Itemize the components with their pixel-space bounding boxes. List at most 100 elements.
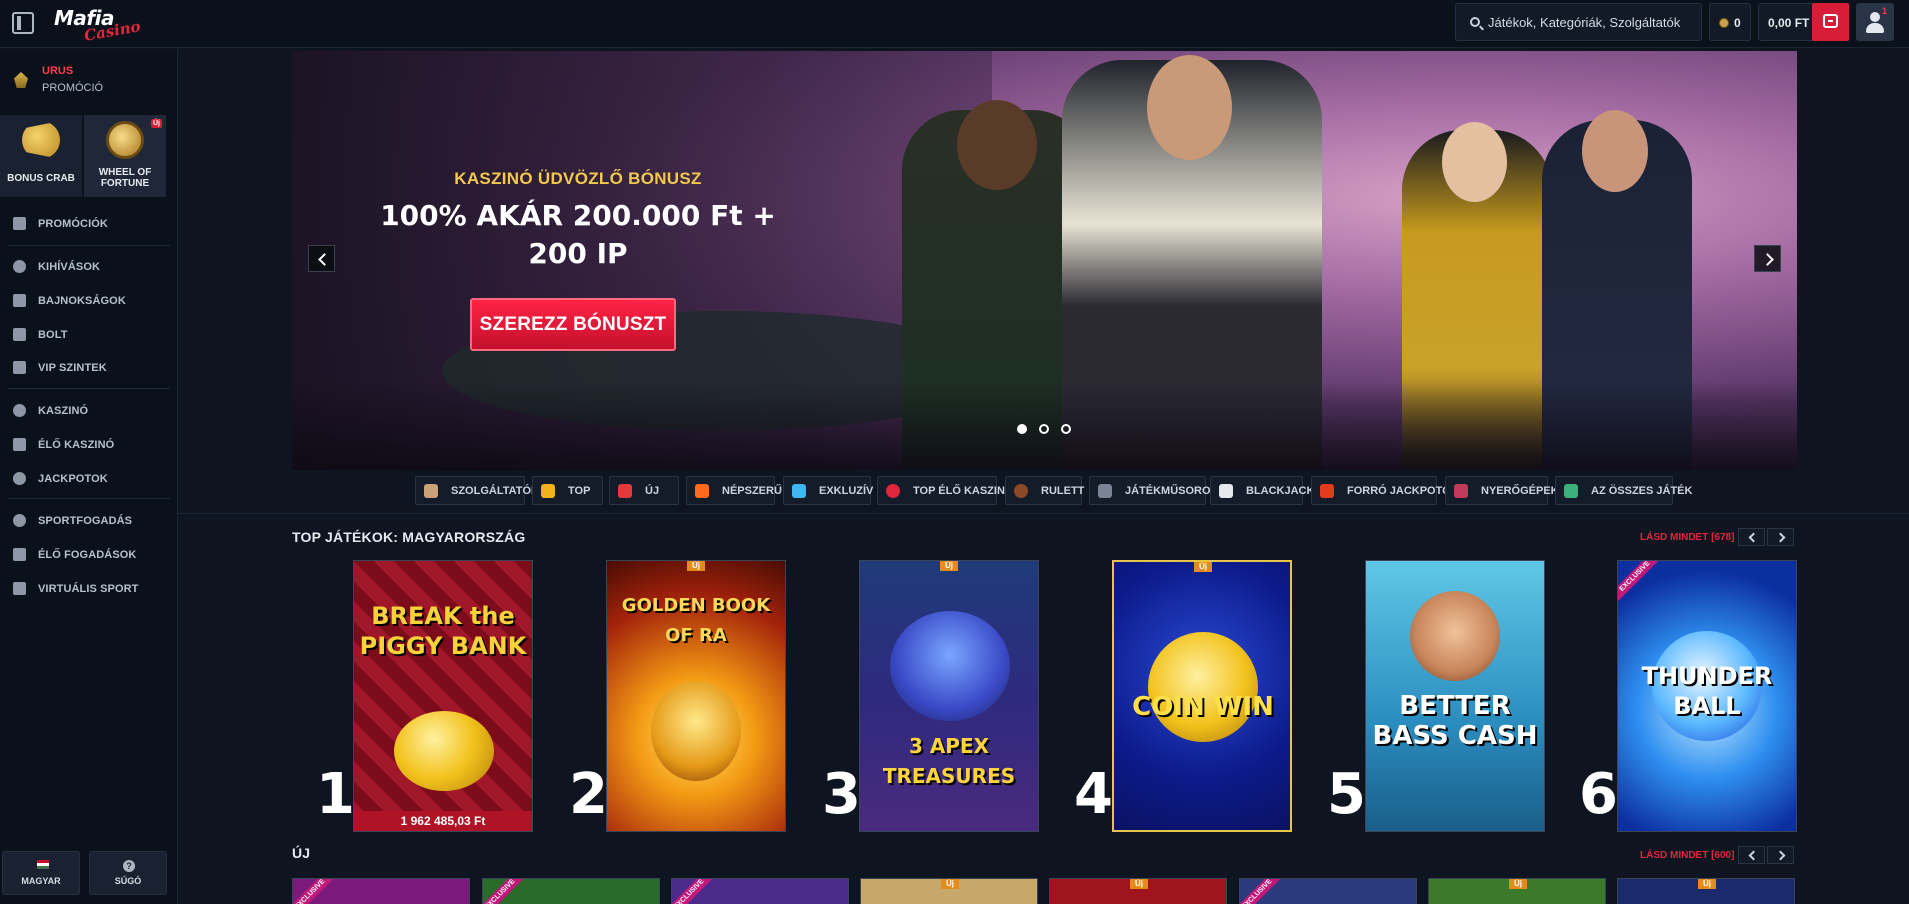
new-game-card[interactable]: Új <box>1428 878 1606 904</box>
game-card-golden-book-of-ra[interactable]: Új GOLDEN BOOK OF RA <box>606 560 786 832</box>
category-label: JÁTÉKMŰSOROK <box>1125 485 1219 497</box>
character-face <box>1442 122 1507 202</box>
section-divider <box>178 513 1909 514</box>
sidebar-item-sports-betting[interactable]: SPORTFOGADÁS <box>0 506 178 536</box>
help-button[interactable]: ? SÚGÓ <box>89 851 167 895</box>
new-games-see-all-link[interactable]: LÁSD MINDET [600] <box>1640 850 1734 861</box>
new-game-card[interactable]: EXCLUSIVE <box>482 878 660 904</box>
game-card-better-bass-cash[interactable]: BETTER BASS CASH <box>1365 560 1545 832</box>
category-blackjack[interactable]: BLACKJACK <box>1210 476 1314 505</box>
sidebar-item-label: KIHÍVÁSOK <box>38 261 101 273</box>
new-game-card[interactable]: Új <box>860 878 1038 904</box>
wheel-icon <box>106 121 144 159</box>
sidebar-item-tournaments[interactable]: BAJNOKSÁGOK <box>0 286 178 316</box>
hero-slide-dot[interactable] <box>1017 424 1027 434</box>
new-game-card[interactable]: Új <box>1617 878 1795 904</box>
new-games-title: ÚJ <box>292 845 311 861</box>
game-card-break-the-piggy-bank[interactable]: BREAK the PIGGY BANK 1 962 485,03 Ft <box>353 560 533 832</box>
category-new[interactable]: ÚJ <box>609 476 679 505</box>
new-badge: Új <box>1194 562 1212 572</box>
promo-urus[interactable]: URUS PROMÓCIÓ <box>0 59 178 101</box>
language-button[interactable]: MAGYAR <box>2 851 80 895</box>
top-games-prev-icon[interactable] <box>1738 528 1765 546</box>
search-box[interactable] <box>1455 3 1702 41</box>
sidebar-item-challenges[interactable]: KIHÍVÁSOK <box>0 252 178 282</box>
sidebar-item-vip[interactable]: VIP SZINTEK <box>0 353 178 383</box>
rank-number: 2 <box>569 762 608 827</box>
category-exclusive[interactable]: EXKLUZÍV <box>783 476 873 505</box>
hungary-flag-icon <box>37 860 49 869</box>
sidebar-item-jackpots[interactable]: JACKPOTOK <box>0 464 178 494</box>
category-providers[interactable]: SZOLGÁLTATÓK <box>415 476 539 505</box>
hero-banner[interactable]: KASZINÓ ÜDVÖZLŐ BÓNUSZ 100% AKÁR 200.000… <box>292 51 1797 470</box>
rank-number: 5 <box>1327 762 1366 827</box>
providers-icon <box>424 484 438 498</box>
sidebar-item-label: KASZINÓ <box>38 405 89 417</box>
sidebar-divider <box>8 245 170 246</box>
sidebar-item-live-betting[interactable]: ÉLŐ FOGADÁSOK <box>0 540 178 570</box>
promo-urus-title: URUS <box>42 65 74 77</box>
category-popular[interactable]: NÉPSZERŰ <box>686 476 782 505</box>
category-top[interactable]: TOP <box>532 476 603 505</box>
new-game-card[interactable]: EXCLUSIVE <box>292 878 470 904</box>
category-hot-jackpots[interactable]: FORRÓ JACKPOTOK <box>1311 476 1459 505</box>
crown-icon <box>541 484 555 498</box>
new-games-prev-icon[interactable] <box>1738 846 1765 864</box>
category-top-live-casino[interactable]: TOP ÉLŐ KASZINÓ <box>877 476 1013 505</box>
top-games-see-all-link[interactable]: LÁSD MINDET [678] <box>1640 532 1734 543</box>
microphone-icon <box>1098 484 1112 498</box>
game-title: BREAK the PIGGY BANK <box>359 602 527 660</box>
hero-next-arrow-icon[interactable] <box>1754 245 1781 272</box>
tile-bonus-crab[interactable]: BONUS CRAB <box>0 115 82 197</box>
hero-slide-dot[interactable] <box>1039 424 1049 434</box>
exclusive-badge: EXCLUSIVE <box>1240 879 1286 904</box>
crab-icon <box>22 121 60 159</box>
sidebar-divider <box>8 498 170 499</box>
new-game-card[interactable]: Új <box>1049 878 1227 904</box>
hero-prev-arrow-icon[interactable] <box>308 245 335 272</box>
user-icon <box>1870 12 1880 22</box>
category-all-games[interactable]: AZ ÖSSZES JÁTÉK <box>1555 476 1692 505</box>
logo[interactable]: Mafia Casino <box>54 4 144 45</box>
diamond-icon <box>792 484 806 498</box>
exclusive-badge: EXCLUSIVE <box>1618 561 1664 606</box>
slot-machine-icon <box>1454 484 1468 498</box>
tile-wheel-of-fortune[interactable]: Új WHEEL OF FORTUNE <box>84 115 166 197</box>
new-games-next-icon[interactable] <box>1767 846 1794 864</box>
sidebar-item-shop[interactable]: BOLT <box>0 320 178 350</box>
hero-slide-dot[interactable] <box>1061 424 1071 434</box>
character-face <box>1582 110 1648 192</box>
sidebar-item-promotions[interactable]: PROMÓCIÓK <box>0 209 178 239</box>
new-game-card[interactable]: EXCLUSIVE <box>1239 878 1417 904</box>
sidebar-item-casino[interactable]: KASZINÓ <box>0 396 178 426</box>
game-card-thunder-ball[interactable]: EXCLUSIVE THUNDER BALL <box>1617 560 1797 832</box>
top-games-next-icon[interactable] <box>1767 528 1794 546</box>
category-slots[interactable]: NYERŐGÉPEK <box>1445 476 1559 505</box>
coin-shape <box>1148 632 1258 742</box>
rank-number: 6 <box>1579 762 1618 827</box>
sidebar-toggle-icon[interactable] <box>12 12 34 34</box>
search-input[interactable] <box>1488 4 1698 40</box>
rank-number: 3 <box>822 762 861 827</box>
bull-icon <box>14 72 28 88</box>
account-button[interactable]: 1 <box>1856 3 1894 41</box>
coins-counter[interactable]: 0 <box>1709 3 1751 41</box>
exclusive-badge: EXCLUSIVE <box>293 879 339 904</box>
jackpot-amount: 1 962 485,03 Ft <box>354 811 532 831</box>
category-game-shows[interactable]: JÁTÉKMŰSOROK <box>1089 476 1219 505</box>
help-label: SÚGÓ <box>114 876 142 886</box>
new-game-card[interactable]: EXCLUSIVE <box>671 878 849 904</box>
podium-icon <box>13 294 26 307</box>
promo-urus-subtitle: PROMÓCIÓ <box>42 82 104 94</box>
sidebar-item-live-casino[interactable]: ÉLŐ KASZINÓ <box>0 430 178 460</box>
sidebar-item-virtual-sports[interactable]: VIRTUÁLIS SPORT <box>0 574 178 604</box>
get-bonus-button[interactable]: SZEREZZ BÓNUSZT <box>470 298 676 351</box>
game-title: BETTER BASS CASH <box>1372 691 1538 751</box>
hero-title-line2: 200 IP <box>528 237 628 270</box>
game-card-3-apex-treasures[interactable]: Új 3 APEX TREASURES <box>859 560 1039 832</box>
game-title: THUNDER BALL <box>1641 662 1773 720</box>
deposit-button[interactable] <box>1812 3 1849 41</box>
category-roulette[interactable]: RULETT <box>1005 476 1084 505</box>
game-card-coin-win[interactable]: Új COIN WIN <box>1112 560 1292 832</box>
flame-icon <box>1320 484 1334 498</box>
